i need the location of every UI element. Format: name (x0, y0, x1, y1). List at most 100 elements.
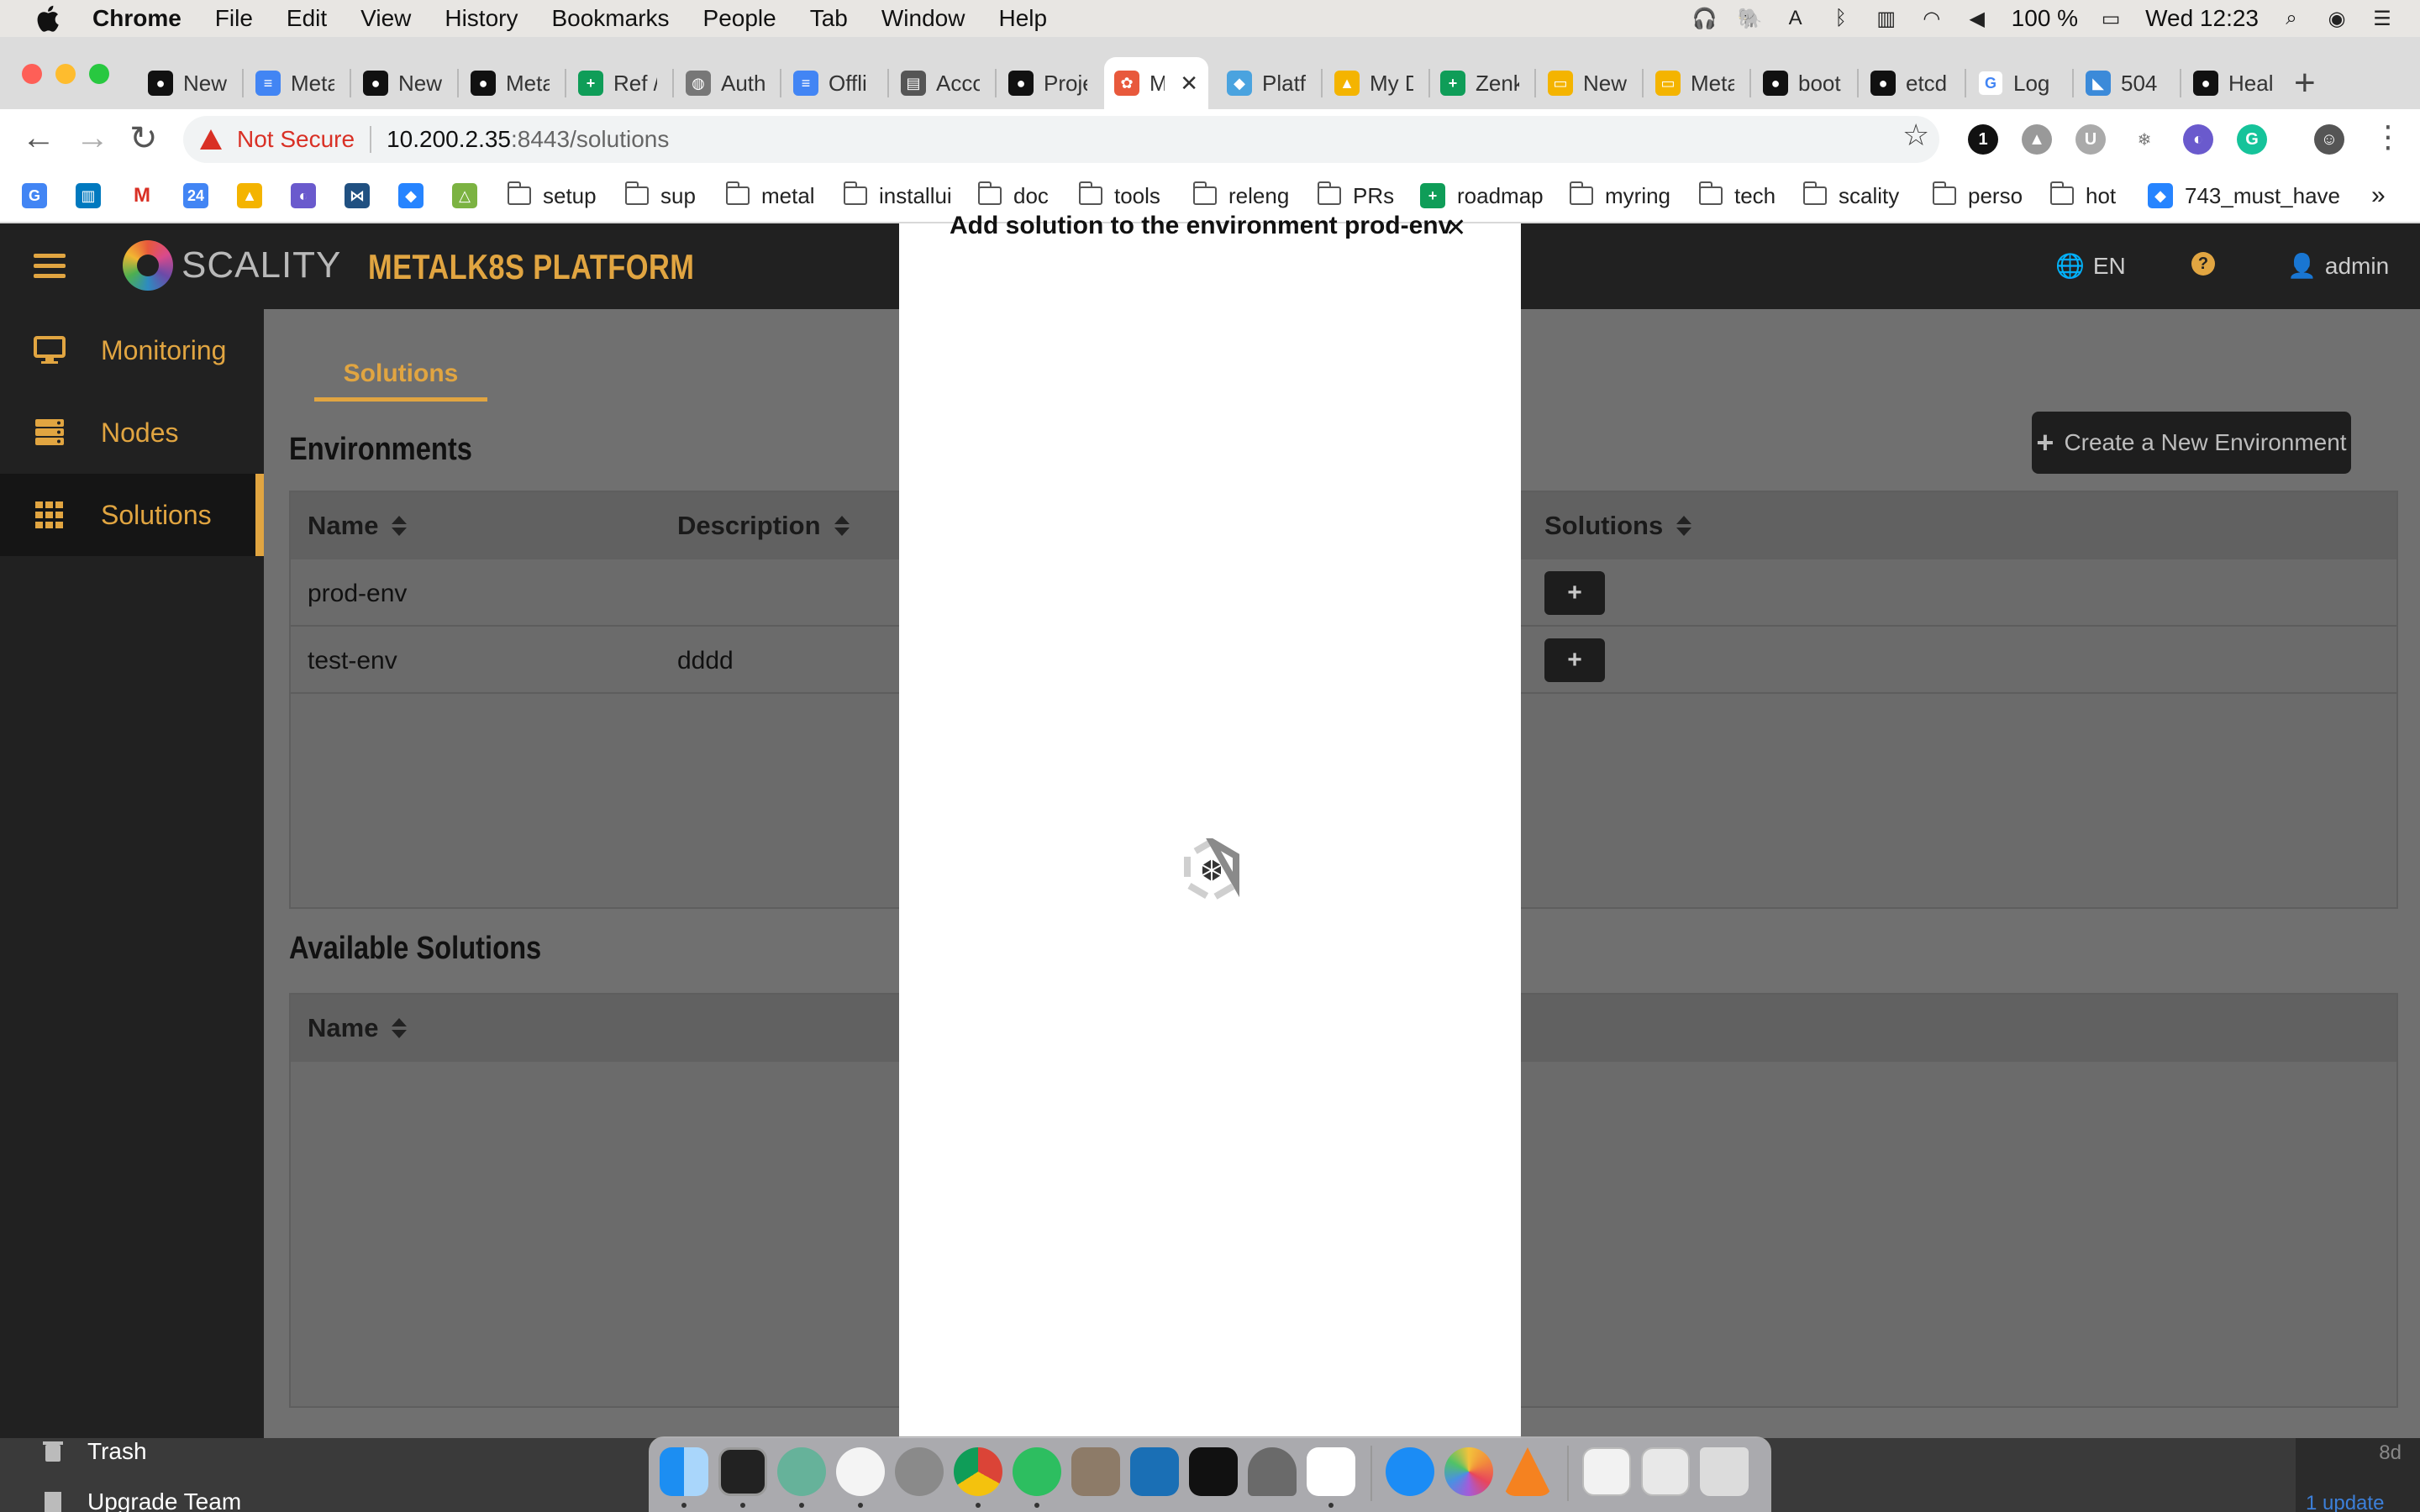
browser-tab[interactable]: ● etcd (1860, 57, 1960, 109)
user-menu[interactable]: 👤 admin (2287, 252, 2389, 280)
bookmark-star-icon[interactable]: ☆ (1902, 118, 1929, 153)
bookmark-app[interactable]: ◆ (398, 170, 435, 222)
ublock-extension-icon[interactable]: U (2075, 124, 2106, 155)
bookmark-folder[interactable]: setup (508, 170, 597, 222)
snowflake-extension-icon[interactable]: ❄ (2129, 124, 2160, 155)
atom-icon[interactable] (777, 1447, 826, 1496)
bookmark-folder[interactable]: tech (1699, 170, 1776, 222)
browser-tab[interactable]: G Log (1968, 57, 2067, 109)
menu-window[interactable]: Window (881, 5, 965, 32)
itunes-icon[interactable] (836, 1447, 885, 1496)
hamburger-menu-icon[interactable] (34, 254, 66, 279)
bookmark-app[interactable]: M (129, 170, 166, 222)
finder-item-upgrade-team[interactable]: Upgrade Team (42, 1488, 241, 1512)
create-environment-button[interactable]: + Create a New Environment (2032, 412, 2351, 474)
bookmark-app[interactable]: ▥ (76, 170, 113, 222)
browser-tab[interactable]: ● New (138, 57, 237, 109)
tab-solutions[interactable]: Solutions (314, 360, 487, 402)
drive-extension-icon[interactable]: ▲ (2022, 124, 2052, 155)
app-store-icon[interactable] (1386, 1447, 1434, 1496)
bookmark-folder[interactable]: myring (1570, 170, 1670, 222)
battery-percent[interactable]: 100 % (2012, 5, 2078, 32)
menu-help[interactable]: Help (998, 5, 1047, 32)
volume-icon[interactable]: ◀ (1965, 6, 1990, 31)
column-header-name[interactable]: Name (308, 511, 408, 541)
browser-tab[interactable]: ▭ Meta (1645, 57, 1744, 109)
column-header-description[interactable]: Description (677, 511, 850, 541)
battery-icon[interactable]: ▭ (2098, 6, 2123, 31)
scality-extension-icon[interactable]: ◐ (2183, 124, 2213, 155)
browser-tab[interactable]: ▲ My D (1324, 57, 1423, 109)
column-header-solutions[interactable]: Solutions (1544, 511, 1692, 541)
minimize-window-button[interactable] (55, 64, 76, 84)
bookmark-folder[interactable]: scality (1803, 170, 1899, 222)
browser-tab[interactable]: ● New (353, 57, 452, 109)
finder-item-trash[interactable]: Trash (42, 1438, 147, 1465)
evernote-status-icon[interactable]: 🐘 (1738, 6, 1763, 31)
browser-tab[interactable]: ● Meta (460, 57, 560, 109)
bookmark-app[interactable]: 24 (183, 170, 220, 222)
browser-tab[interactable]: ≡ Offli (783, 57, 882, 109)
new-tab-button[interactable]: + (2294, 62, 2316, 104)
tunnelblick-icon[interactable] (1248, 1447, 1297, 1496)
menu-tab[interactable]: Tab (810, 5, 848, 32)
evernote-icon[interactable] (1013, 1447, 1061, 1496)
grammarly-extension-icon[interactable]: G (2237, 124, 2267, 155)
bookmark-folder[interactable]: metal (726, 170, 815, 222)
browser-tab[interactable]: ● Proje (998, 57, 1097, 109)
menu-view[interactable]: View (360, 5, 411, 32)
url-path[interactable]: :8443/solutions (511, 126, 669, 153)
forward-icon[interactable]: → (76, 119, 109, 157)
bookmark-app[interactable]: G (22, 170, 59, 222)
siri-icon[interactable]: ◉ (2324, 6, 2349, 31)
terminal-icon[interactable] (718, 1447, 767, 1496)
browser-tab[interactable]: ▤ Acco (891, 57, 990, 109)
menu-bookmarks[interactable]: Bookmarks (551, 5, 669, 32)
font-icon[interactable]: A (1783, 6, 1808, 31)
browser-tab[interactable]: + Zenk (1430, 57, 1529, 109)
reload-icon[interactable]: ↻ (129, 119, 158, 158)
menu-app-name[interactable]: Chrome (92, 5, 182, 32)
language-selector[interactable]: 🌐 EN (2055, 252, 2126, 280)
spotlight-search-icon[interactable]: ⌕ (2279, 6, 2304, 31)
back-icon[interactable]: ← (22, 119, 55, 157)
close-icon[interactable]: ✕ (1445, 213, 1466, 243)
help-button[interactable]: ? (2191, 252, 2223, 276)
add-solution-button[interactable]: + (1544, 571, 1605, 615)
menu-edit[interactable]: Edit (287, 5, 327, 32)
activity-monitor-icon[interactable] (1189, 1447, 1238, 1496)
vlc-icon[interactable] (1503, 1447, 1552, 1496)
slack-icon[interactable] (1307, 1447, 1355, 1496)
bookmark-app[interactable]: ▲ (237, 170, 274, 222)
sidebar-item-monitoring[interactable]: Monitoring (0, 309, 264, 391)
sidebar-item-nodes[interactable]: Nodes (0, 391, 264, 474)
browser-tab[interactable]: ✿ M ✕ (1104, 57, 1208, 109)
profile-avatar[interactable]: ☺ (2314, 124, 2344, 155)
bookmark-folder[interactable]: hot (2050, 170, 2116, 222)
bluetooth-icon[interactable]: ᛒ (1828, 6, 1854, 31)
browser-tab[interactable]: ● boot (1753, 57, 1852, 109)
notification-center-icon[interactable]: ☰ (2370, 6, 2395, 31)
browser-tab[interactable]: ◆ Platf (1217, 57, 1316, 109)
bookmark-folder[interactable]: sup (625, 170, 696, 222)
browser-tab[interactable]: ▭ New (1538, 57, 1637, 109)
downloads-stack-icon[interactable] (1641, 1447, 1690, 1496)
onepassword-extension-icon[interactable]: 1 (1968, 124, 1998, 155)
menu-people[interactable]: People (703, 5, 776, 32)
system-preferences-icon[interactable] (895, 1447, 944, 1496)
bookmark-app[interactable]: ⋈ (345, 170, 381, 222)
chrome-icon[interactable] (954, 1447, 1002, 1496)
bookmark-app[interactable]: △ (452, 170, 489, 222)
bookmark-link[interactable]: ◆ 743_must_have (2148, 170, 2340, 222)
bookmark-app[interactable]: ◐ (291, 170, 328, 222)
browser-tab[interactable]: ◍ Auth (676, 57, 775, 109)
column-header-name[interactable]: Name (308, 1013, 408, 1043)
photos-icon[interactable] (1444, 1447, 1493, 1496)
apple-icon[interactable] (34, 3, 60, 34)
documents-stack-icon[interactable] (1582, 1447, 1631, 1496)
close-window-button[interactable] (22, 64, 42, 84)
browser-tab[interactable]: + Ref / (568, 57, 667, 109)
add-solution-button[interactable]: + (1544, 638, 1605, 682)
chrome-menu-icon[interactable]: ⋮ (2373, 119, 2403, 155)
menu-file[interactable]: File (215, 5, 253, 32)
